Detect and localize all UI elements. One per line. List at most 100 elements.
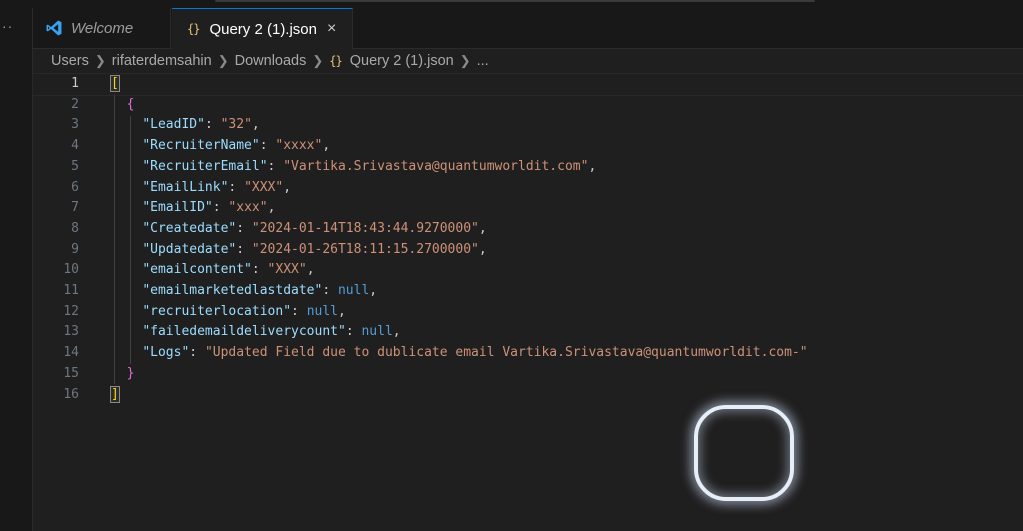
vscode-icon bbox=[46, 20, 62, 36]
breadcrumb-item-users[interactable]: Users bbox=[51, 53, 89, 69]
code-text: [ bbox=[110, 74, 120, 95]
code-text: "failedemaildeliverycount": null, bbox=[111, 322, 401, 343]
breadcrumb: Users ❯ rifaterdemsahin ❯ Downloads ❯ {}… bbox=[51, 50, 489, 72]
code-text: "emailmarketedlastdate": null, bbox=[111, 281, 377, 302]
code-line[interactable]: 6 "EmailLink": "XXX", bbox=[33, 178, 1023, 199]
more-actions-icon[interactable]: ·· bbox=[2, 18, 13, 34]
code-line[interactable]: 11 "emailmarketedlastdate": null, bbox=[33, 281, 1023, 302]
code-text: "EmailID": "xxx", bbox=[111, 198, 275, 219]
code-token: , bbox=[478, 241, 487, 257]
code-line[interactable]: 16] bbox=[33, 385, 1023, 406]
chevron-right-icon: ❯ bbox=[217, 53, 229, 68]
code-line[interactable]: 3 "LeadID": "32", bbox=[33, 115, 1023, 136]
chevron-right-icon: ❯ bbox=[459, 53, 471, 68]
code-token: : bbox=[345, 324, 362, 340]
code-token: : bbox=[236, 241, 252, 257]
code-token: : bbox=[228, 179, 245, 195]
code-token: "RecruiterEmail" bbox=[142, 158, 268, 174]
tab-label: Welcome bbox=[71, 19, 134, 37]
code-line[interactable]: 5 "RecruiterEmail": "Vartika.Srivastava@… bbox=[33, 157, 1023, 178]
code-token: [ bbox=[110, 75, 120, 92]
code-token: null bbox=[337, 283, 370, 298]
line-number: 7 bbox=[71, 200, 79, 216]
code-text: ] bbox=[110, 385, 120, 406]
code-token: "XXX" bbox=[244, 179, 284, 195]
chevron-right-icon: ❯ bbox=[94, 53, 106, 68]
close-icon[interactable]: × bbox=[327, 20, 336, 38]
tab-query-json[interactable]: {} Query 2 (1).json × bbox=[172, 8, 353, 49]
breadcrumb-item-symbols[interactable]: ... bbox=[477, 53, 489, 69]
code-line[interactable]: 15 } bbox=[33, 364, 1023, 385]
code-token: : bbox=[212, 200, 229, 216]
code-line[interactable]: 9 "Updatedate": "2024-01-26T18:11:15.270… bbox=[33, 240, 1023, 261]
code-token: "emailcontent" bbox=[142, 262, 252, 278]
code-line[interactable]: 12 "recruiterlocation": null, bbox=[33, 302, 1023, 323]
code-token: { bbox=[126, 96, 135, 112]
code-text: { bbox=[111, 95, 135, 116]
code-token: , bbox=[251, 117, 260, 133]
code-token: } bbox=[126, 365, 135, 381]
code-token: : bbox=[204, 117, 221, 133]
code-token: "2024-01-14T18:43:44.9270000" bbox=[251, 220, 479, 236]
code-line[interactable]: 14 "Logs": "Updated Field due to dublica… bbox=[33, 343, 1023, 364]
code-token: : bbox=[291, 303, 307, 319]
title-bar-edge bbox=[215, 0, 815, 2]
code-line[interactable]: 8 "Createdate": "2024-01-14T18:43:44.927… bbox=[33, 219, 1023, 240]
tab-welcome[interactable]: Welcome bbox=[33, 8, 171, 48]
code-token: : bbox=[236, 220, 252, 236]
code-token: "Vartika.Srivastava@quantumworldit.com" bbox=[283, 158, 589, 174]
code-token: "EmailID" bbox=[142, 200, 213, 216]
code-token: , bbox=[306, 262, 315, 278]
code-line[interactable]: 10 "emailcontent": "XXX", bbox=[33, 260, 1023, 281]
code-token: "RecruiterName" bbox=[142, 138, 260, 154]
breadcrumb-item-user[interactable]: rifaterdemsahin bbox=[112, 53, 212, 69]
tab-label: Query 2 (1).json bbox=[209, 20, 317, 38]
code-token: "XXX" bbox=[267, 262, 307, 278]
code-token: "LeadID" bbox=[142, 117, 205, 133]
code-editor[interactable]: 1[2 {3 "LeadID": "32", 4 "RecruiterName":… bbox=[32, 73, 1023, 531]
line-number: 9 bbox=[71, 241, 79, 257]
title-bar bbox=[0, 0, 1023, 8]
line-number: 14 bbox=[63, 345, 79, 361]
code-token: , bbox=[369, 283, 378, 298]
code-text: "emailcontent": "XXX", bbox=[111, 260, 315, 281]
code-line[interactable]: 4 "RecruiterName": "xxxx", bbox=[33, 136, 1023, 157]
line-number: 6 bbox=[71, 179, 79, 195]
breadcrumb-item-file[interactable]: Query 2 (1).json bbox=[350, 53, 454, 69]
code-token: "32" bbox=[220, 117, 252, 133]
code-text: "LeadID": "32", bbox=[111, 115, 260, 136]
json-file-icon: {} bbox=[329, 54, 342, 68]
code-token: null bbox=[306, 303, 338, 319]
line-number: 3 bbox=[71, 117, 79, 133]
code-token: : bbox=[251, 262, 268, 278]
code-token: "2024-01-26T18:11:15.2700000" bbox=[251, 241, 479, 257]
line-number: 12 bbox=[63, 303, 79, 319]
code-text: "RecruiterEmail": "Vartika.Srivastava@qu… bbox=[111, 157, 596, 178]
code-token: null bbox=[361, 324, 393, 340]
breadcrumb-item-downloads[interactable]: Downloads bbox=[235, 53, 307, 69]
code-text: "Updatedate": "2024-01-26T18:11:15.27000… bbox=[111, 240, 487, 261]
line-number: 11 bbox=[63, 283, 79, 298]
code-token: : bbox=[259, 138, 276, 154]
code-line[interactable]: 13 "failedemaildeliverycount": null, bbox=[33, 322, 1023, 343]
code-token: , bbox=[392, 324, 401, 340]
code-line[interactable]: 7 "EmailID": "xxx", bbox=[33, 198, 1023, 219]
touch-indicator-ring bbox=[694, 405, 794, 501]
code-token: : bbox=[322, 283, 338, 298]
code-line[interactable]: 1[ bbox=[32, 73, 1023, 96]
code-token: "failedemaildeliverycount" bbox=[142, 324, 346, 340]
code-token: , bbox=[478, 220, 487, 236]
code-token: "Createdate" bbox=[142, 220, 237, 236]
json-file-icon: {} bbox=[187, 22, 200, 36]
code-line[interactable]: 2 { bbox=[33, 95, 1023, 116]
activity-bar: ·· bbox=[0, 8, 33, 531]
code-text: } bbox=[111, 364, 135, 385]
